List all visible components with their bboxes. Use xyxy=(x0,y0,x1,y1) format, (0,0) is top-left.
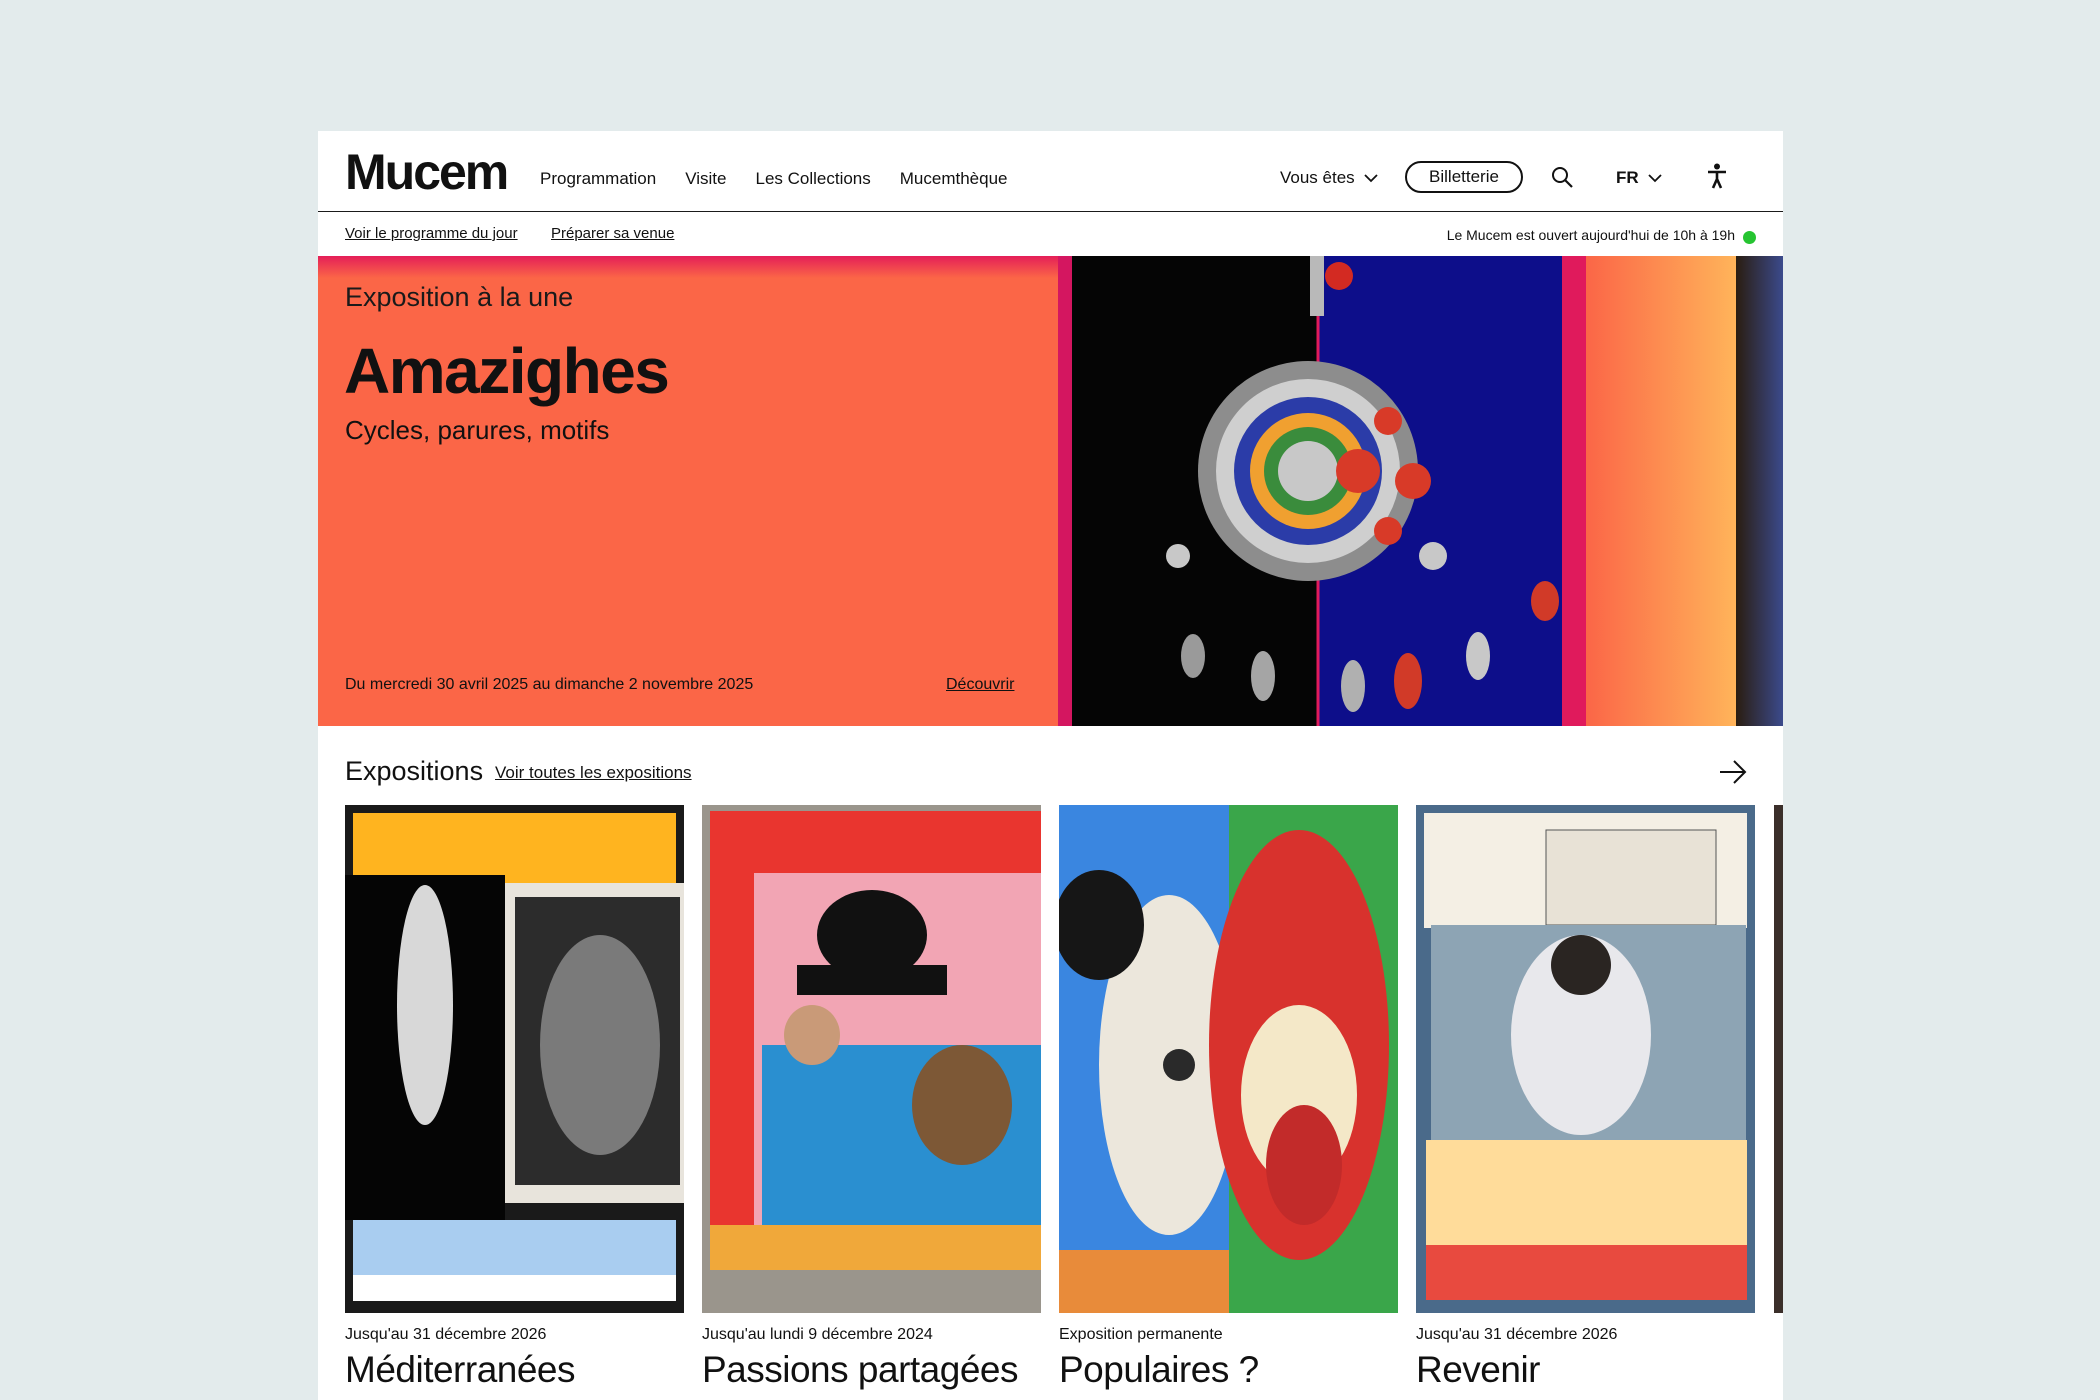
chevron-down-icon xyxy=(1364,173,1378,182)
card-date: Jusqu'au lundi 9 décembre 2024 xyxy=(702,1326,933,1343)
featured-exhibition: Exposition à la une Amazighes Cycles, pa… xyxy=(318,256,1783,726)
chevron-down-icon xyxy=(1648,173,1662,182)
decouvrir-link[interactable]: Découvrir xyxy=(946,676,1014,694)
preparer-venue-link[interactable]: Préparer sa venue xyxy=(551,225,674,242)
exposition-card[interactable]: Exposition permanente Populaires ? xyxy=(1059,805,1398,1391)
card-title[interactable]: Populaires ? xyxy=(1059,1349,1398,1391)
card-date: Jusqu'au 31 décembre 2026 xyxy=(1416,1326,1618,1343)
info-bar: Voir le programme du jour Préparer sa ve… xyxy=(318,212,1783,256)
site-header: Mucem Programmation Visite Les Collectio… xyxy=(318,131,1783,212)
main-nav: Programmation Visite Les Collections Muc… xyxy=(540,169,1008,189)
expositions-header: Expositions Voir toutes les expositions xyxy=(318,726,1783,806)
language-label: FR xyxy=(1616,168,1639,187)
nav-mucemtheque[interactable]: Mucemthèque xyxy=(900,169,1008,189)
hero-label: Exposition à la une xyxy=(345,282,574,312)
vous-etes-dropdown[interactable]: Vous êtes xyxy=(1280,168,1378,188)
nav-visite[interactable]: Visite xyxy=(685,169,726,189)
mucem-logo[interactable]: Mucem xyxy=(345,143,509,201)
hero-dates: Du mercredi 30 avril 2025 au dimanche 2 … xyxy=(345,676,754,693)
billetterie-button[interactable]: Billetterie xyxy=(1405,161,1523,193)
hero-subtitle: Cycles, parures, motifs xyxy=(345,415,610,445)
hero-gradient xyxy=(318,256,1058,278)
exposition-carousel: Jusqu'au 31 décembre 2026 Méditerranées … xyxy=(345,805,1755,1391)
search-icon[interactable] xyxy=(1550,165,1574,189)
amazighes-jewelry-image[interactable] xyxy=(1058,256,1783,726)
accessibility-icon[interactable] xyxy=(1706,163,1728,189)
programme-du-jour-link[interactable]: Voir le programme du jour xyxy=(345,225,518,242)
hero-title: Amazighes xyxy=(344,335,670,407)
voir-toutes-expositions-link[interactable]: Voir toutes les expositions xyxy=(495,763,692,783)
card-title[interactable]: Méditerranées xyxy=(345,1349,684,1391)
nav-collections[interactable]: Les Collections xyxy=(755,169,870,189)
card-date: Exposition permanente xyxy=(1059,1326,1223,1343)
revenir-image[interactable] xyxy=(1416,805,1755,1313)
language-selector[interactable]: FR xyxy=(1616,168,1662,188)
card-title[interactable]: Revenir xyxy=(1416,1349,1755,1391)
exposition-card[interactable]: Jusqu'au 31 décembre 2026 Revenir xyxy=(1416,805,1755,1391)
mediterranees-image[interactable] xyxy=(345,805,684,1313)
card-date: Jusqu'au 31 décembre 2026 xyxy=(345,1326,547,1343)
exposition-card[interactable]: Jusqu'au lundi 9 décembre 2024 Passions … xyxy=(702,805,1041,1391)
card-title[interactable]: Passions partagées xyxy=(702,1349,1041,1391)
exposition-card[interactable]: Jusqu'au 31 décembre 2026 Méditerranées xyxy=(345,805,684,1391)
expositions-title: Expositions xyxy=(345,756,484,786)
arrow-right-icon[interactable] xyxy=(1718,759,1748,785)
nav-programmation[interactable]: Programmation xyxy=(540,169,656,189)
opening-status: Le Mucem est ouvert aujourd'hui de 10h à… xyxy=(1446,227,1735,243)
populaires-image[interactable] xyxy=(1059,805,1398,1313)
vous-etes-label: Vous êtes xyxy=(1280,168,1355,187)
status-dot xyxy=(1743,231,1756,244)
header-tools: Vous êtes Billetterie FR xyxy=(1263,131,1783,212)
passions-partagees-image[interactable] xyxy=(702,805,1041,1313)
